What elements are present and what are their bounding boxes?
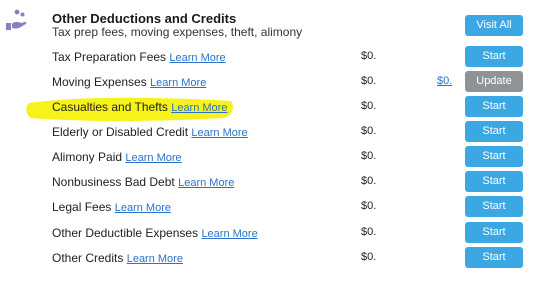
- start-button[interactable]: Start: [465, 121, 523, 142]
- row-label-text: Tax Preparation Fees: [52, 50, 167, 64]
- deduction-row: Elderly or Disabled Credit Learn More $0…: [0, 121, 548, 145]
- section-title: Other Deductions and Credits: [52, 11, 237, 26]
- learn-more-link[interactable]: Learn More: [127, 253, 183, 265]
- deduction-row: Other Credits Learn More $0. Start: [0, 247, 548, 271]
- hand-coins-icon: [6, 9, 27, 30]
- row-label: Tax Preparation Fees Learn More: [52, 50, 226, 64]
- row-label: Other Credits Learn More: [52, 251, 183, 265]
- learn-more-link[interactable]: Learn More: [150, 77, 206, 89]
- deduction-row: Tax Preparation Fees Learn More $0. Star…: [0, 46, 548, 70]
- row-label-text: Casualties and Thefts: [52, 100, 168, 114]
- row-amount-link[interactable]: $0.: [437, 75, 452, 87]
- row-label: Nonbusiness Bad Debt Learn More: [52, 175, 234, 189]
- row-amount: $0.: [361, 251, 377, 263]
- visit-all-button[interactable]: Visit All: [465, 15, 523, 36]
- row-amount: $0.: [361, 125, 377, 137]
- row-label: Moving Expenses Learn More: [52, 75, 206, 89]
- learn-more-link[interactable]: Learn More: [169, 52, 225, 64]
- deduction-row: Other Deductible Expenses Learn More $0.…: [0, 222, 548, 246]
- deduction-row: Moving Expenses Learn More $0. $0. Updat…: [0, 71, 548, 95]
- start-button[interactable]: Start: [465, 222, 523, 243]
- row-amount: $0.: [361, 175, 377, 187]
- row-label-text: Other Deductible Expenses: [52, 226, 199, 240]
- start-button[interactable]: Start: [465, 247, 523, 268]
- row-label: Legal Fees Learn More: [52, 200, 171, 214]
- row-label: Alimony Paid Learn More: [52, 150, 182, 164]
- row-label-text: Moving Expenses: [52, 75, 147, 89]
- start-button[interactable]: Start: [465, 46, 523, 67]
- row-label-text: Alimony Paid: [52, 150, 123, 164]
- row-label: Other Deductible Expenses Learn More: [52, 226, 258, 240]
- deduction-row: Nonbusiness Bad Debt Learn More $0. Star…: [0, 171, 548, 195]
- row-label-text: Nonbusiness Bad Debt: [52, 175, 175, 189]
- update-button[interactable]: Update: [465, 71, 523, 92]
- learn-more-link[interactable]: Learn More: [191, 127, 247, 139]
- row-label-text: Elderly or Disabled Credit: [52, 125, 189, 139]
- row-amount: $0.: [361, 150, 377, 162]
- deduction-row: Legal Fees Learn More $0. Start: [0, 196, 548, 220]
- row-amount: $0.: [361, 226, 377, 238]
- start-button[interactable]: Start: [465, 171, 523, 192]
- learn-more-link[interactable]: Learn More: [201, 228, 257, 240]
- learn-more-link[interactable]: Learn More: [125, 152, 181, 164]
- row-label-text: Other Credits: [52, 251, 124, 265]
- row-amount: $0.: [361, 50, 377, 62]
- learn-more-link[interactable]: Learn More: [178, 177, 234, 189]
- learn-more-link[interactable]: Learn More: [171, 102, 227, 114]
- start-button[interactable]: Start: [465, 146, 523, 167]
- row-label: Elderly or Disabled Credit Learn More: [52, 125, 248, 139]
- row-label: Casualties and Thefts Learn More: [52, 100, 227, 114]
- row-amount: $0.: [361, 200, 377, 212]
- row-amount: $0.: [361, 75, 377, 87]
- learn-more-link[interactable]: Learn More: [115, 202, 171, 214]
- deduction-row: Casualties and Thefts Learn More $0. Sta…: [0, 96, 548, 120]
- row-label-text: Legal Fees: [52, 200, 112, 214]
- start-button[interactable]: Start: [465, 196, 523, 217]
- section-subtitle: Tax prep fees, moving expenses, theft, a…: [52, 25, 303, 39]
- start-button[interactable]: Start: [465, 96, 523, 117]
- deduction-row: Alimony Paid Learn More $0. Start: [0, 146, 548, 170]
- row-amount: $0.: [361, 100, 377, 112]
